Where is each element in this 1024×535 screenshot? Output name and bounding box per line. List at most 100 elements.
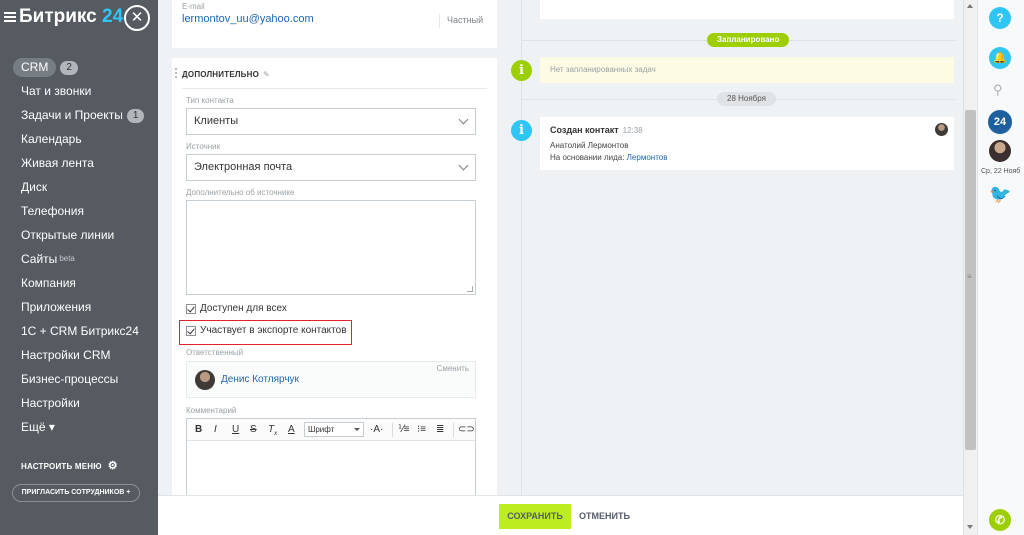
font-select[interactable]: Шрифт <box>304 422 364 437</box>
save-button[interactable]: СОХРАНИТЬ <box>499 504 571 529</box>
responsible-field: Денис Котлярчук Сменить <box>186 361 476 398</box>
font-size-icon[interactable]: ·A· <box>370 423 383 437</box>
pencil-icon[interactable]: ✎ <box>263 70 270 79</box>
scroll-up-icon[interactable] <box>967 4 973 8</box>
chevron-down-icon <box>458 114 469 125</box>
avatar[interactable] <box>988 139 1012 163</box>
contact-name: Анатолий Лермонтов <box>550 141 629 150</box>
sidebar-item-feed[interactable]: Живая лента <box>0 151 158 175</box>
underline-icon[interactable]: U <box>232 423 239 437</box>
strikethrough-icon[interactable]: S <box>250 423 257 437</box>
invite-employees-button[interactable]: ПРИГЛАСИТЬ СОТРУДНИКОВ + <box>12 484 140 502</box>
sidebar-item-disk[interactable]: Диск <box>0 175 158 199</box>
lead-link[interactable]: Лермонтов <box>627 153 668 162</box>
contact-type-select[interactable]: Клиенты <box>186 108 476 135</box>
close-icon[interactable]: ✕ <box>124 5 150 31</box>
sidebar-item-crm-settings[interactable]: Настройки CRM <box>0 343 158 367</box>
email-value[interactable]: lermontov_uu@yahoo.com <box>182 13 314 25</box>
text-color-icon[interactable]: A <box>288 423 295 437</box>
bitrix24-icon[interactable]: 24 <box>988 110 1012 134</box>
checkbox-checked-icon[interactable] <box>186 303 196 314</box>
no-planned-tasks: Нет запланированных задач <box>540 57 954 83</box>
contact-type-label: Тип контакта <box>186 96 234 105</box>
sidebar-item-label: Живая лента <box>21 156 94 170</box>
sidebar-item-label: 1С + CRM Битрикс24 <box>21 324 139 338</box>
available-for-all-checkbox[interactable]: Доступен для всех <box>186 303 287 319</box>
source-select[interactable]: Электронная почта <box>186 154 476 181</box>
source-value: Электронная почта <box>194 161 293 173</box>
bottom-action-bar: СОХРАНИТЬ ОТМЕНИТЬ <box>158 495 963 535</box>
resize-handle-icon[interactable] <box>467 286 473 292</box>
sidebar-item-tasks[interactable]: Задачи и Проекты 1 <box>0 103 158 127</box>
source-label: Источник <box>186 142 221 151</box>
sidebar-item-label: Компания <box>21 276 76 290</box>
italic-icon[interactable]: I <box>214 423 217 437</box>
bullet-list-icon[interactable]: ⁝≡ <box>417 423 426 437</box>
question-icon[interactable]: ? <box>989 7 1011 29</box>
right-bar: ? 🔔 ⚲ 24 Ср, 22 Нояб 🐦 ✆ <box>977 0 1024 535</box>
bold-icon[interactable]: B <box>195 423 202 437</box>
scrollbar[interactable] <box>963 0 977 535</box>
align-icon[interactable]: ≣ <box>436 423 444 437</box>
sidebar-item-apps[interactable]: Приложения <box>0 295 158 319</box>
sidebar-item-label: Календарь <box>21 132 82 146</box>
sidebar-item-crm[interactable]: CRM 2 <box>0 55 158 79</box>
caret-down-icon <box>354 428 360 431</box>
avatar <box>195 370 215 390</box>
sidebar-item-label: Настройки <box>21 396 80 410</box>
sidebar-item-label: Сайты <box>21 252 58 266</box>
date-label: Ср, 22 Нояб <box>981 168 1021 175</box>
bird-icon[interactable]: 🐦 <box>989 183 1011 205</box>
contact-type-value: Клиенты <box>194 115 239 127</box>
sidebar-item-calendar[interactable]: Календарь <box>0 127 158 151</box>
sidebar-item-settings[interactable]: Настройки <box>0 391 158 415</box>
email-card: E-mail lermontov_uu@yahoo.com Частный <box>172 0 497 48</box>
sidebar-item-sites[interactable]: Сайты beta <box>0 247 158 271</box>
search-icon[interactable]: ⚲ <box>993 82 1003 98</box>
checkbox-checked-icon[interactable] <box>186 325 196 336</box>
divider <box>439 14 440 28</box>
bell-icon[interactable]: 🔔 <box>989 47 1011 69</box>
sidebar-item-label: Ещё ▾ <box>21 420 55 434</box>
clear-format-icon[interactable]: Tx <box>268 423 277 437</box>
sidebar-item-chat[interactable]: Чат и звонки <box>0 79 158 103</box>
event-time: 12:38 <box>622 126 643 135</box>
setup-menu-link[interactable]: НАСТРОИТЬ МЕНЮ ⚙ <box>21 459 118 472</box>
logo-row: Битрикс 24 ✕ <box>0 0 158 38</box>
chevron-down-icon <box>458 160 469 171</box>
sidebar-item-open-lines[interactable]: Открытые линии <box>0 223 158 247</box>
contact-form: E-mail lermontov_uu@yahoo.com Частный ДО… <box>172 0 497 495</box>
hamburger-icon[interactable] <box>4 12 16 22</box>
timeline-top-card <box>540 0 954 19</box>
comment-editor[interactable]: B I U S Tx A Шрифт ·A· ⅟≡ ⁝≡ ≣ ⊂⊃ <box>186 418 476 495</box>
ordered-list-icon[interactable]: ⅟≡ <box>398 423 410 437</box>
gear-icon[interactable]: ⚙ <box>108 459 118 472</box>
sidebar-item-more[interactable]: Ещё ▾ <box>0 415 158 439</box>
avatar <box>935 123 948 136</box>
sidebar-item-bizproc[interactable]: Бизнес-процессы <box>0 367 158 391</box>
responsible-label: Ответственный <box>186 348 244 357</box>
scroll-down-icon[interactable] <box>967 525 973 529</box>
sidebar-item-label: Открытые линии <box>21 228 115 242</box>
sidebar-item-1c[interactable]: 1С + CRM Битрикс24 <box>0 319 158 343</box>
cancel-button[interactable]: ОТМЕНИТЬ <box>579 504 630 529</box>
responsible-name-link[interactable]: Денис Котлярчук <box>221 374 299 385</box>
comment-label: Комментарий <box>186 406 237 415</box>
date-badge: 28 Ноября <box>717 92 776 106</box>
sidebar-item-telephony[interactable]: Телефония <box>0 199 158 223</box>
link-icon[interactable]: ⊂⊃ <box>458 423 475 437</box>
drag-handle-icon[interactable] <box>175 68 179 78</box>
source-extra-textarea[interactable] <box>186 200 476 295</box>
logo[interactable]: Битрикс 24 <box>19 6 123 28</box>
sidebar-item-label: CRM <box>21 60 49 74</box>
scroll-thumb[interactable] <box>965 110 976 450</box>
beta-badge: beta <box>59 254 75 263</box>
email-label: E-mail <box>182 2 205 11</box>
sidebar-item-company[interactable]: Компания <box>0 271 158 295</box>
export-contacts-checkbox[interactable]: Участвует в экспорте контактов <box>186 325 347 341</box>
change-responsible-link[interactable]: Сменить <box>437 364 469 373</box>
phone-icon[interactable]: ✆ <box>989 509 1011 531</box>
divider <box>453 423 454 437</box>
counter-badge: 2 <box>60 60 78 75</box>
divider <box>392 423 393 437</box>
